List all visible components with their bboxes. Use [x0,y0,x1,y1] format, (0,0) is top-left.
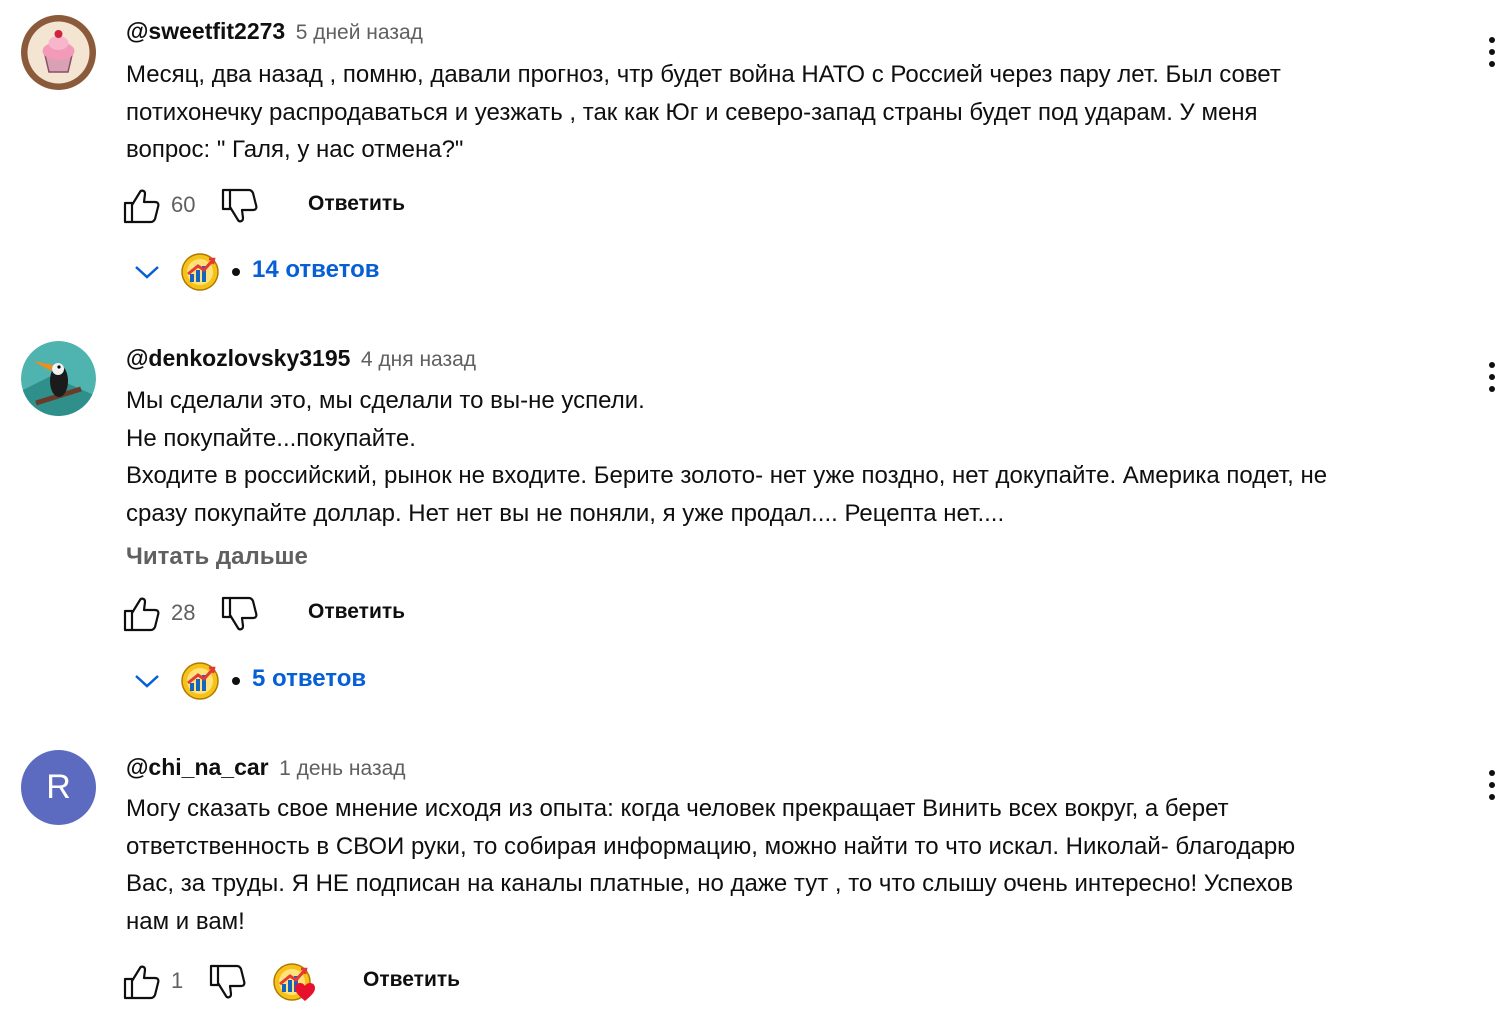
comment-text: Месяц, два назад , помню, давали прогноз… [126,56,1471,169]
creator-avatar-icon [180,661,220,701]
comment-line: потихонечку распродаваться и уезжать , т… [126,98,1258,126]
comment-line: Входите в российский, рынок не входите. … [126,462,1328,489]
more-options-icon[interactable] [1480,770,1501,810]
view-replies-button[interactable]: 5 ответов [130,659,410,703]
avatar-letter: R [46,768,71,806]
comment-header: @sweetfit2273 5 дней назад [126,18,423,45]
like-count: 28 [171,600,196,625]
comment-line: сразу покупайте доллар. Нет нет вы не по… [126,499,1005,527]
comment-toolbar: 60 Ответить [122,186,422,226]
comment-line: вопрос: " Галя, у нас отмена?" [126,136,464,163]
like-count: 1 [171,968,184,993]
read-more-link[interactable]: Читать дальше [126,543,308,571]
creator-heart-badge [272,962,318,1006]
comment-line: Вас, за труды. Я НЕ подписан на каналы п… [126,870,1294,897]
chevron-down-icon [135,266,159,279]
like-icon[interactable] [122,186,162,226]
comment-toolbar: 1 Ответить [122,962,482,1002]
author-name[interactable]: @sweetfit2273 [126,18,285,44]
heart-icon [295,983,315,1001]
replies-count[interactable]: 14 ответов [252,256,380,284]
comment-header: @chi_na_car 1 день назад [126,754,406,781]
dislike-icon[interactable] [208,962,248,1002]
author-name[interactable]: @chi_na_car [126,754,269,780]
comment-toolbar: 28 Ответить [122,594,422,634]
creator-avatar-icon [180,252,220,292]
like-icon[interactable] [122,962,162,1002]
author-name[interactable]: @denkozlovsky3195 [126,345,350,371]
reply-button[interactable]: Ответить [363,968,460,992]
comment-line: Мы сделали это, мы сделали то вы-не успе… [126,387,645,414]
more-options-icon[interactable] [1480,37,1501,77]
dislike-icon[interactable] [220,186,260,226]
avatar[interactable] [21,15,96,90]
comment-time[interactable]: 1 день назад [279,757,405,780]
chevron-down-icon [135,675,159,688]
separator-dot [232,677,240,685]
like-count: 60 [171,192,196,217]
comment-line: нам и вам! [126,907,245,935]
dislike-icon[interactable] [220,594,260,634]
more-options-icon[interactable] [1480,362,1501,402]
avatar[interactable] [21,341,96,416]
cupcake-avatar-icon [21,15,96,90]
toucan-avatar-icon [21,341,96,416]
comment-text: Могу сказать свое мнение исходя из опыта… [126,790,1471,940]
comment-line: Не покупайте...покупайте. [126,424,416,452]
view-replies-button[interactable]: 14 ответов [130,250,410,294]
comment-text: Мы сделали это, мы сделали то вы-не успе… [126,382,1471,532]
replies-count[interactable]: 5 ответов [252,665,366,693]
reply-button[interactable]: Ответить [308,192,405,216]
separator-dot [232,268,240,276]
reply-button[interactable]: Ответить [308,600,405,624]
comment-header: @denkozlovsky3195 4 дня назад [126,345,476,372]
comment-line: ответственность в СВОИ руки, то собирая … [126,832,1296,860]
comment-time[interactable]: 5 дней назад [296,21,423,44]
comment-time[interactable]: 4 дня назад [361,348,476,371]
comment-line: Могу сказать свое мнение исходя из опыта… [126,795,1229,822]
avatar[interactable]: R [21,750,96,825]
like-icon[interactable] [122,594,162,634]
comment-line: Месяц, два назад , помню, давали прогноз… [126,61,1281,88]
